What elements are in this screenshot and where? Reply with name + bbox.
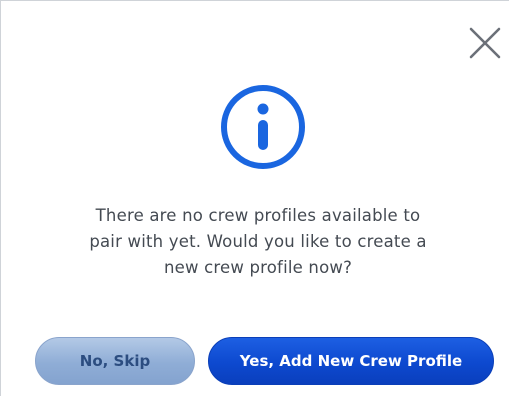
add-crew-profile-button-label: Yes, Add New Crew Profile — [239, 352, 463, 370]
add-crew-profile-button[interactable]: Yes, Add New Crew Profile — [208, 337, 494, 385]
crew-profile-dialog: There are no crew profiles available to … — [0, 0, 509, 396]
close-button[interactable] — [467, 25, 503, 61]
skip-button-label: No, Skip — [79, 352, 151, 370]
message-line: pair with yet. Would you like to create … — [89, 232, 427, 251]
skip-button[interactable]: No, Skip — [35, 337, 195, 385]
close-icon — [469, 27, 501, 59]
message-line: new crew profile now? — [163, 258, 353, 277]
dialog-message: There are no crew profiles available to … — [41, 203, 475, 281]
info-icon — [219, 83, 307, 171]
message-line: There are no crew profiles available to — [95, 206, 421, 225]
